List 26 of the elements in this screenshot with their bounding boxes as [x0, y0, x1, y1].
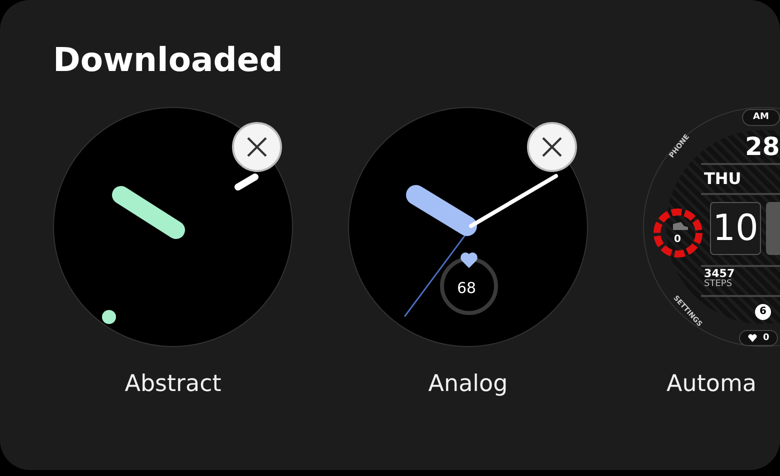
close-icon	[541, 136, 563, 158]
shoe-icon	[673, 222, 688, 230]
date-number: 28	[745, 134, 780, 159]
heart-icon	[460, 252, 478, 268]
heart-rate-value: 68	[457, 279, 476, 297]
activity-ring	[654, 208, 702, 258]
close-icon	[246, 136, 268, 158]
steps-label: STEPS	[704, 280, 732, 289]
heart-rate-value: 0	[763, 333, 770, 343]
dot-mark	[102, 310, 116, 324]
am-pm-indicator: AM	[742, 109, 780, 126]
heart-icon	[748, 334, 757, 342]
watch-face-name: Analog	[428, 371, 508, 397]
hour-digits: 10	[710, 202, 761, 255]
heart-rate-ring	[440, 257, 498, 315]
steps-count: 3457	[704, 268, 735, 279]
hour-hand	[406, 185, 477, 236]
watch-face-name: Abstract	[124, 371, 222, 397]
watch-face-name: Automa	[666, 371, 756, 397]
activity-count: 0	[674, 235, 681, 245]
watch-face[interactable]: 68	[348, 107, 588, 347]
remove-button[interactable]	[527, 122, 577, 172]
minute-hand	[234, 174, 258, 190]
remove-button[interactable]	[232, 122, 282, 172]
weekday-text: THU	[704, 171, 742, 187]
section-title: Downloaded	[53, 39, 284, 81]
